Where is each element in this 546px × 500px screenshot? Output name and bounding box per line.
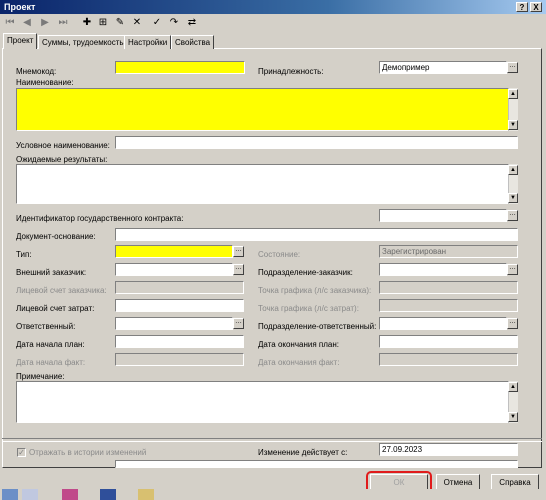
customer-dept-field[interactable] <box>379 263 507 276</box>
change-effective-label: Изменение действует с: <box>258 448 348 457</box>
mnemocode-label: Мнемокод: <box>16 67 57 76</box>
next-record-icon[interactable]: ▶ <box>38 16 52 30</box>
tab-project[interactable]: Проект <box>3 33 38 49</box>
start-fact-label: Дата начала факт: <box>16 358 86 367</box>
database-icon[interactable] <box>62 489 78 500</box>
start-plan-field[interactable] <box>115 335 244 348</box>
scroll-down-icon[interactable]: ▼ <box>508 412 518 422</box>
state-field: Зарегистрирован <box>379 245 518 258</box>
start-plan-label: Дата начала план: <box>16 340 85 349</box>
type-label: Тип: <box>16 250 32 259</box>
customer-dept-label: Подразделение-заказчик: <box>258 268 353 277</box>
name-field[interactable] <box>16 88 518 131</box>
document-icon[interactable] <box>22 489 38 500</box>
cost-account-field[interactable] <box>115 299 244 312</box>
contract-id-picker-button[interactable]: … <box>507 210 518 221</box>
responsible-dept-field[interactable] <box>379 317 507 330</box>
scroll-up-icon[interactable]: ▲ <box>508 89 518 99</box>
scroll-down-icon[interactable]: ▼ <box>508 120 518 130</box>
schedule-point-cost-label: Точка графика (л/с затрат): <box>258 304 359 313</box>
short-name-label: Условное наименование: <box>16 141 110 150</box>
start-fact-field <box>115 353 244 366</box>
external-customer-field[interactable] <box>115 263 233 276</box>
belongs-label: Принадлежность: <box>258 67 324 76</box>
add-icon[interactable]: ✚ <box>80 16 94 30</box>
mnemocode-field[interactable] <box>115 61 245 74</box>
tab-sums[interactable]: Суммы, трудоемкость <box>38 35 128 49</box>
scroll-up-icon[interactable]: ▲ <box>508 382 518 392</box>
folder-icon[interactable] <box>138 489 154 500</box>
taskbar-strip <box>0 489 546 500</box>
schedule-point-cost-field <box>379 299 518 312</box>
edit-icon[interactable]: ✎ <box>113 16 127 30</box>
prev-record-icon[interactable]: ◀ <box>20 16 34 30</box>
change-effective-field[interactable]: 27.09.2023 <box>379 443 518 456</box>
add-copy-icon[interactable]: ⊞ <box>96 16 110 30</box>
belongs-picker-button[interactable]: … <box>507 62 518 73</box>
note-field[interactable] <box>16 381 518 423</box>
scroll-down-icon[interactable]: ▼ <box>508 193 518 203</box>
delete-icon[interactable]: ✕ <box>130 16 144 30</box>
external-customer-picker-button[interactable]: … <box>233 264 244 275</box>
type-field[interactable] <box>115 245 233 258</box>
responsible-dept-picker-button[interactable]: … <box>507 318 518 329</box>
confirm-icon[interactable]: ✓ <box>150 16 164 30</box>
last-record-icon[interactable]: ⏭ <box>56 16 70 30</box>
first-record-icon[interactable]: ⏮ <box>3 16 17 30</box>
window-icon[interactable] <box>100 489 116 500</box>
partial-field[interactable] <box>115 460 518 468</box>
customer-account-field <box>115 281 244 294</box>
contract-id-field[interactable] <box>379 209 507 222</box>
end-fact-label: Дата окончания факт: <box>258 358 340 367</box>
history-checkbox[interactable]: ✓ <box>17 448 26 457</box>
type-picker-button[interactable]: … <box>233 246 244 257</box>
help-title-button[interactable]: ? <box>516 2 528 12</box>
responsible-picker-button[interactable]: … <box>233 318 244 329</box>
basis-doc-label: Документ-основание: <box>16 232 96 241</box>
schedule-point-customer-label: Точка графика (л/с заказчика): <box>258 286 372 295</box>
end-plan-field[interactable] <box>379 335 518 348</box>
short-name-field[interactable] <box>115 136 518 149</box>
contract-id-label: Идентификатор государственного контракта… <box>16 214 184 223</box>
window-title: Проект <box>4 2 36 12</box>
scroll-up-icon[interactable]: ▲ <box>508 165 518 175</box>
redo-icon[interactable]: ↷ <box>167 16 181 30</box>
responsible-field[interactable] <box>115 317 233 330</box>
responsible-dept-label: Подразделение-ответственный: <box>258 322 377 331</box>
expected-results-field[interactable] <box>16 164 518 204</box>
state-label: Состояние: <box>258 250 301 259</box>
name-label: Наименование: <box>16 78 74 87</box>
tab-settings[interactable]: Настройки <box>124 35 172 49</box>
tab-properties[interactable]: Свойства <box>171 35 215 49</box>
close-title-button[interactable]: X <box>530 2 542 12</box>
app-icon[interactable] <box>2 489 18 500</box>
basis-doc-field[interactable] <box>115 228 518 241</box>
external-customer-label: Внешний заказчик: <box>16 268 87 277</box>
separator <box>2 438 542 442</box>
responsible-label: Ответственный: <box>16 322 76 331</box>
customer-dept-picker-button[interactable]: … <box>507 264 518 275</box>
end-fact-field <box>379 353 518 366</box>
refresh-icon[interactable]: ⇄ <box>185 16 199 30</box>
customer-account-label: Лицевой счет заказчика: <box>16 286 107 295</box>
belongs-field[interactable]: Демопример <box>379 61 507 74</box>
title-bar: Проект <box>0 0 546 14</box>
end-plan-label: Дата окончания план: <box>258 340 339 349</box>
history-checkbox-label: Отражать в истории изменений <box>29 448 147 457</box>
schedule-point-customer-field <box>379 281 518 294</box>
cost-account-label: Лицевой счет затрат: <box>16 304 95 313</box>
